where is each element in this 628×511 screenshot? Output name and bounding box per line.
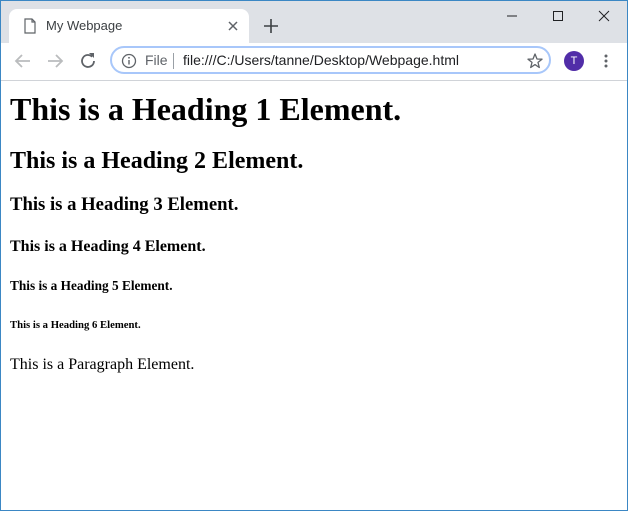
heading-6: This is a Heading 6 Element. <box>10 319 141 331</box>
page-icon <box>23 18 37 34</box>
toolbar: File file:///C:/Users/tanne/Desktop/Webp… <box>1 43 627 81</box>
tab-title: My Webpage <box>46 18 123 33</box>
tab-strip: My Webpage <box>1 1 627 43</box>
heading-5: This is a Heading 5 Element. <box>10 278 173 293</box>
url-text[interactable]: file:///C:/Users/tanne/Desktop/Webpage.h… <box>183 52 459 68</box>
heading-2: This is a Heading 2 Element. <box>10 148 304 174</box>
new-tab-plus-icon[interactable] <box>261 16 281 36</box>
window-close-icon[interactable] <box>581 1 627 31</box>
scheme-label: File <box>145 52 168 68</box>
heading-3: This is a Heading 3 Element. <box>10 194 239 215</box>
arrow-right-icon[interactable] <box>43 49 67 73</box>
browser-window: My Webpage File file:///C:/Users/tanne/D… <box>0 0 628 511</box>
arrow-left-icon[interactable] <box>11 49 35 73</box>
info-icon[interactable] <box>121 53 137 69</box>
reload-icon[interactable] <box>76 49 100 73</box>
maximize-icon[interactable] <box>535 1 581 31</box>
scheme-divider <box>173 53 174 69</box>
paragraph: This is a Paragraph Element. <box>10 356 195 373</box>
more-vert-icon[interactable] <box>598 53 614 69</box>
address-bar[interactable]: File file:///C:/Users/tanne/Desktop/Webp… <box>110 46 551 74</box>
heading-1: This is a Heading 1 Element. <box>10 91 402 127</box>
heading-4: This is a Heading 4 Element. <box>10 238 206 255</box>
minimize-icon[interactable] <box>489 1 535 31</box>
tab-close-icon[interactable] <box>225 18 241 34</box>
page-content: This is a Heading 1 Element. This is a H… <box>1 81 627 510</box>
profile-avatar[interactable]: T <box>564 51 584 71</box>
tab-my-webpage[interactable]: My Webpage <box>9 9 249 43</box>
star-icon[interactable] <box>526 52 544 70</box>
